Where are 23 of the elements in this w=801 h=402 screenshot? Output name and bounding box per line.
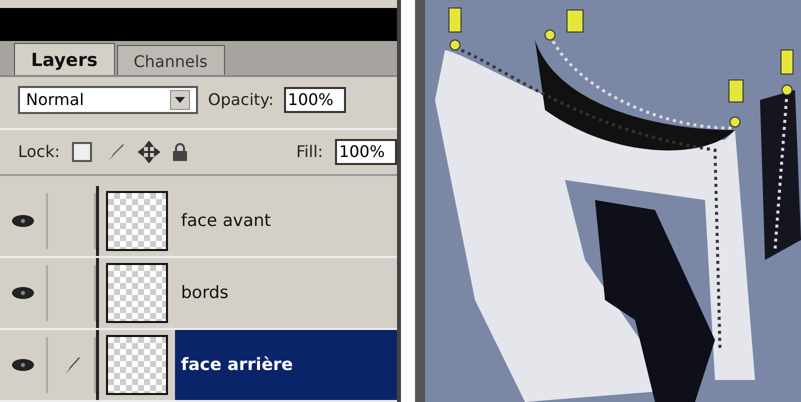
- lock-icon[interactable]: [172, 142, 188, 162]
- fill-label: Fill:: [296, 142, 324, 162]
- lock-transparency-icon[interactable]: [72, 142, 92, 162]
- opacity-label: Opacity:: [208, 90, 274, 110]
- layer-name: face avant: [180, 211, 271, 231]
- eye-icon: [11, 358, 35, 372]
- layer-row[interactable]: face avant: [0, 186, 398, 258]
- fill-field[interactable]: 100%: [335, 138, 398, 165]
- eye-icon: [11, 286, 35, 300]
- layer-name: face arrière: [180, 355, 293, 375]
- opacity-field[interactable]: 100%: [284, 86, 346, 113]
- layer-thumbnail: [106, 191, 168, 251]
- lock-label: Lock:: [18, 142, 60, 162]
- layer-row[interactable]: face arrière: [0, 330, 398, 402]
- layer-row[interactable]: bords: [0, 258, 398, 330]
- panel-tab[interactable]: Channels: [116, 45, 225, 76]
- move-icon[interactable]: [138, 140, 160, 163]
- layer-name: bords: [180, 283, 229, 303]
- layer-thumbnail: [106, 335, 168, 395]
- layer-thumbnail: [106, 263, 168, 323]
- panel-tab[interactable]: Layers: [14, 43, 115, 76]
- blend-mode-dropdown[interactable]: Normal: [18, 86, 198, 114]
- eye-icon: [11, 214, 35, 228]
